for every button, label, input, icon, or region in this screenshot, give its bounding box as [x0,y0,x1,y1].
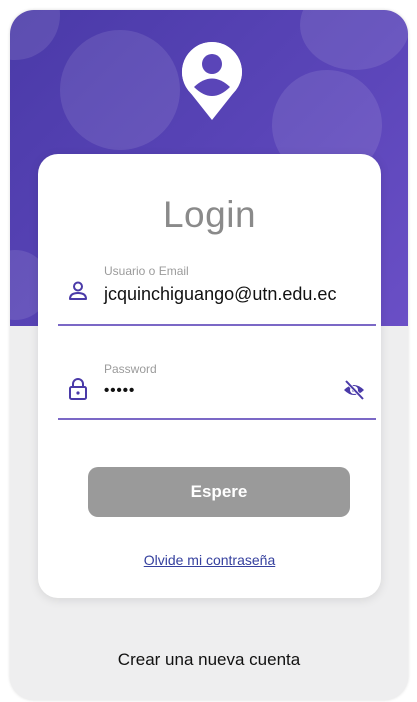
forgot-password-link[interactable]: Olvide mi contraseña [38,552,381,568]
username-field[interactable]: Usuario o Email jcquinchiguango@utn.edu.… [58,262,376,326]
eye-off-icon[interactable] [342,378,366,402]
username-label: Usuario o Email [104,264,189,278]
decorative-bubble [300,10,408,70]
password-field[interactable]: Password ••••• [58,356,376,420]
app-screen: Login Usuario o Email jcquinchiguango@ut… [10,10,408,700]
password-label: Password [104,362,157,376]
decorative-bubble [60,30,180,150]
create-account-link[interactable]: Crear una nueva cuenta [10,650,408,670]
password-input[interactable]: ••••• [104,382,135,399]
username-input[interactable]: jcquinchiguango@utn.edu.ec [104,284,336,305]
submit-button[interactable]: Espere [88,467,350,517]
login-card: Login Usuario o Email jcquinchiguango@ut… [38,154,381,598]
lock-outline-icon [69,378,87,400]
user-avatar-icon [181,42,242,120]
page-title: Login [162,194,257,235]
person-outline-icon [69,281,87,300]
decorative-bubble [10,10,60,60]
